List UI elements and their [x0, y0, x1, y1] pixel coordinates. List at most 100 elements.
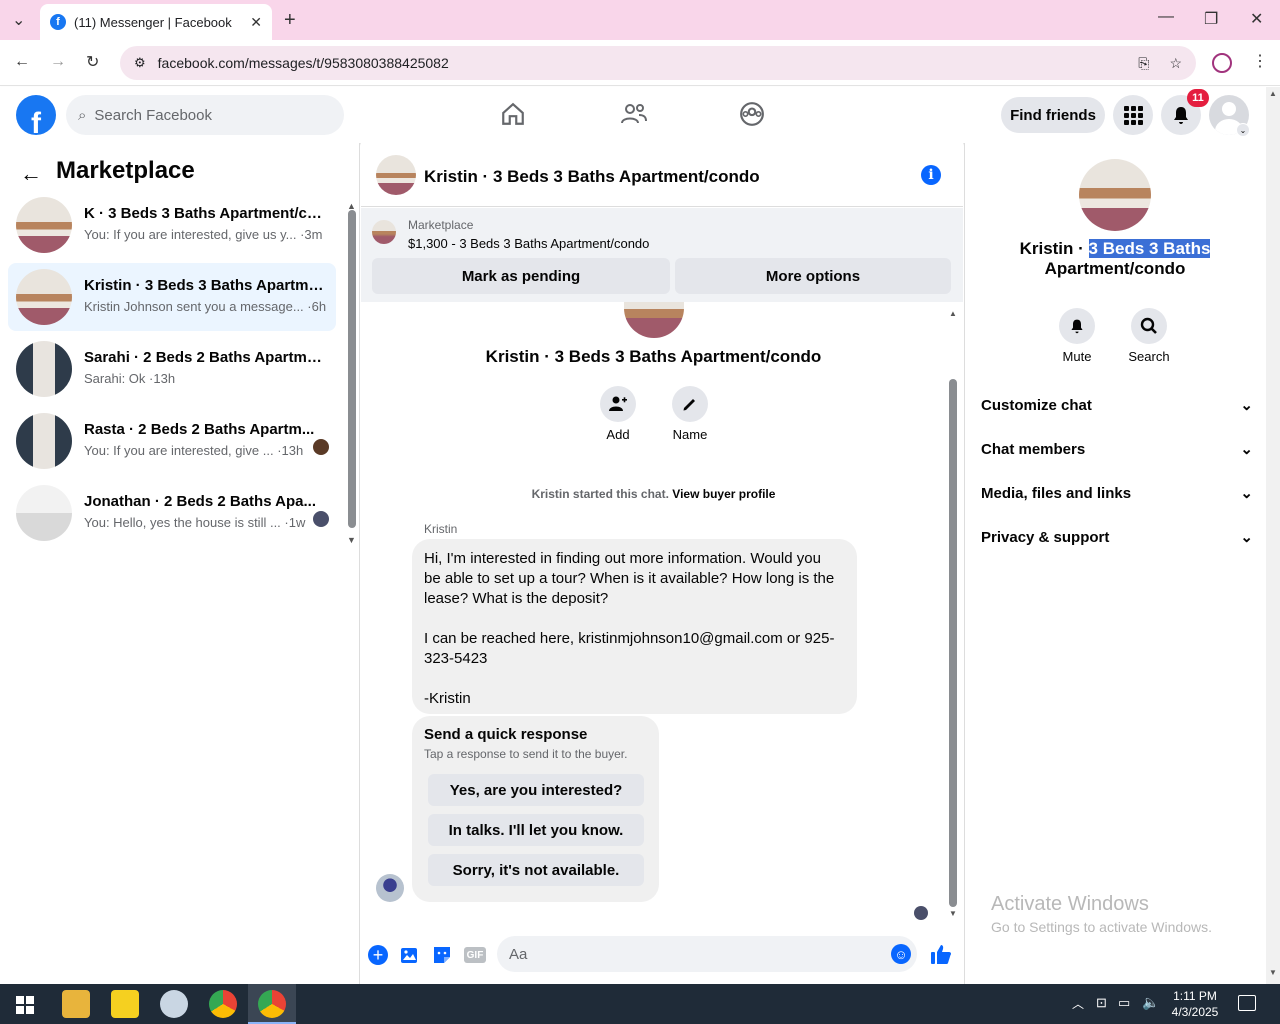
more-options-button[interactable]: More options [675, 258, 951, 294]
mute-label[interactable]: Mute [1047, 349, 1107, 364]
conversation-preview: You: If you are interested, give us y...… [84, 227, 323, 242]
name-label[interactable]: Name [660, 427, 720, 442]
windows-start-icon[interactable] [16, 996, 34, 1019]
conversation-item[interactable]: K · 3 Beds 3 Baths Apartment/co... You: … [8, 191, 336, 259]
forward-icon[interactable]: → [50, 53, 66, 71]
groups-icon[interactable] [739, 101, 765, 132]
volume-icon[interactable]: 🔈 [1142, 994, 1159, 1011]
name-line2: Apartment/condo [1044, 259, 1186, 278]
friends-icon[interactable] [620, 101, 648, 132]
tab-list-icon[interactable]: ⌄ [12, 10, 25, 30]
mute-bell-icon[interactable] [1059, 308, 1095, 344]
photo-attach-icon[interactable] [400, 945, 420, 970]
name-highlight: 3 Beds 3 Baths [1088, 239, 1211, 258]
quick-response-button[interactable]: Sorry, it's not available. [428, 854, 644, 886]
facebook-header: f ⌕ Search Facebook Find friends 11 ⌄ [0, 87, 1266, 143]
buyer-avatar[interactable] [376, 874, 404, 902]
add-person-icon[interactable] [600, 386, 636, 422]
chrome-icon[interactable] [209, 990, 237, 1018]
conversation-list-panel: ← Marketplace K · 3 Beds 3 Baths Apartme… [0, 143, 360, 984]
chevron-down-icon: ⌄ [1240, 441, 1253, 458]
conversation-name: Kristin · 3 Beds 3 Baths Apartme... [84, 277, 324, 294]
view-buyer-profile-link[interactable]: View buyer profile [672, 487, 775, 501]
gif-icon[interactable]: GIF [464, 947, 486, 963]
chat-avatar[interactable] [376, 155, 416, 195]
started-text: Kristin started this chat. [531, 487, 669, 501]
scroll-down-icon[interactable]: ▼ [1269, 968, 1277, 977]
panel-title: Marketplace [56, 157, 195, 184]
facebook-logo-icon[interactable]: f [16, 95, 56, 135]
chat-details-panel: Kristin · 3 Beds 3 Baths Apartment/condo… [964, 143, 1266, 984]
sticky-notes-icon[interactable] [111, 990, 139, 1018]
conversation-item[interactable]: Jonathan · 2 Beds 2 Baths Apa... You: He… [8, 479, 336, 547]
section-label: Chat members [981, 440, 1086, 458]
close-tab-icon[interactable]: ✕ [250, 14, 262, 31]
privacy-support-row[interactable]: Privacy & support ⌄ [981, 515, 1253, 559]
search-input[interactable]: ⌕ Search Facebook [66, 95, 344, 135]
page-scrollbar[interactable]: ▲ ▼ [1266, 87, 1280, 984]
message-input[interactable]: Aa [497, 936, 917, 972]
network-icon[interactable]: ▭ [1118, 995, 1130, 1011]
search-label[interactable]: Search [1119, 349, 1179, 364]
conversation-scrollbar[interactable] [348, 210, 356, 528]
listing-title[interactable]: $1,300 - 3 Beds 3 Baths Apartment/condo [408, 236, 649, 251]
chat-header: Kristin · 3 Beds 3 Baths Apartment/condo… [361, 143, 963, 207]
new-tab-icon[interactable]: + [284, 9, 296, 32]
find-friends-button[interactable]: Find friends [1001, 97, 1105, 133]
back-icon[interactable]: ← [14, 53, 30, 71]
minimize-icon[interactable]: — [1158, 8, 1174, 26]
tab-title: (11) Messenger | Facebook [74, 14, 232, 30]
plus-actions-icon[interactable]: + [368, 945, 388, 965]
media-files-links-row[interactable]: Media, files and links ⌄ [981, 471, 1253, 515]
scroll-up-icon[interactable]: ▲ [1269, 89, 1277, 98]
browser-menu-icon[interactable]: ⋮ [1252, 51, 1268, 71]
mark-as-pending-button[interactable]: Mark as pending [372, 258, 670, 294]
name-prefix: Kristin · [1019, 239, 1089, 258]
quick-response-button[interactable]: Yes, are you interested? [428, 774, 644, 806]
scroll-down-icon[interactable]: ▼ [949, 909, 957, 918]
chat-members-row[interactable]: Chat members ⌄ [981, 427, 1253, 471]
scroll-down-icon[interactable]: ▼ [347, 535, 356, 545]
search-icon[interactable] [1131, 308, 1167, 344]
sticker-icon[interactable] [432, 945, 452, 970]
conversation-item[interactable]: Kristin · 3 Beds 3 Baths Apartme... Kris… [8, 263, 336, 331]
notification-count-badge: 11 [1187, 89, 1209, 107]
notifications-center-icon[interactable] [1238, 995, 1256, 1011]
add-label[interactable]: Add [588, 427, 648, 442]
profile-icon[interactable] [1212, 53, 1232, 73]
chat-scrollbar[interactable] [949, 379, 957, 907]
file-explorer-icon[interactable] [62, 990, 90, 1018]
meet-now-icon[interactable]: ⊡ [1096, 995, 1107, 1011]
site-info-icon[interactable]: ⚙ [134, 55, 146, 71]
scroll-up-icon[interactable]: ▲ [949, 309, 957, 318]
chevron-down-icon: ⌄ [1240, 397, 1253, 414]
active-chrome-taskbar-item[interactable] [248, 984, 296, 1024]
clock[interactable]: 1:11 PM 4/3/2025 [1160, 988, 1230, 1020]
account-chevron-icon[interactable]: ⌄ [1236, 123, 1250, 137]
url-field[interactable]: ⚙ facebook.com/messages/t/95830803884250… [120, 46, 1196, 80]
reload-icon[interactable]: ↻ [86, 52, 99, 72]
edit-name-pencil-icon[interactable] [672, 386, 708, 422]
conversation-item[interactable]: Rasta · 2 Beds 2 Baths Apartm... You: If… [8, 407, 336, 475]
back-arrow-icon[interactable]: ← [20, 161, 42, 187]
info-icon[interactable]: i [921, 165, 941, 185]
conversation-item[interactable]: Sarahi · 2 Beds 2 Baths Apartme... Sarah… [8, 335, 336, 403]
app-icon[interactable] [160, 990, 188, 1018]
browser-tab[interactable]: f (11) Messenger | Facebook ✕ [40, 4, 272, 40]
address-bar: ← → ↻ ⚙ facebook.com/messages/t/95830803… [0, 40, 1280, 86]
bookmark-star-icon[interactable]: ☆ [1169, 55, 1182, 72]
menu-grid-icon[interactable] [1113, 95, 1153, 135]
window-close-icon[interactable]: ✕ [1250, 9, 1263, 29]
quick-response-button[interactable]: In talks. I'll let you know. [428, 814, 644, 846]
home-icon[interactable] [500, 101, 526, 132]
install-app-icon[interactable]: ⎘ [1138, 55, 1149, 72]
thumbs-up-icon[interactable] [930, 943, 952, 970]
tray-chevron-icon[interactable]: ︿ [1072, 995, 1084, 1012]
activate-windows-title: Activate Windows [991, 893, 1149, 915]
customize-chat-row[interactable]: Customize chat ⌄ [981, 383, 1253, 427]
chat-profile-photo[interactable] [1079, 159, 1151, 231]
message-bubble[interactable]: Hi, I'm interested in finding out more i… [412, 539, 857, 714]
emoji-icon[interactable]: ☺ [891, 944, 911, 964]
restore-icon[interactable]: ❐ [1204, 9, 1218, 29]
chat-title[interactable]: Kristin · 3 Beds 3 Baths Apartment/condo [424, 167, 760, 187]
